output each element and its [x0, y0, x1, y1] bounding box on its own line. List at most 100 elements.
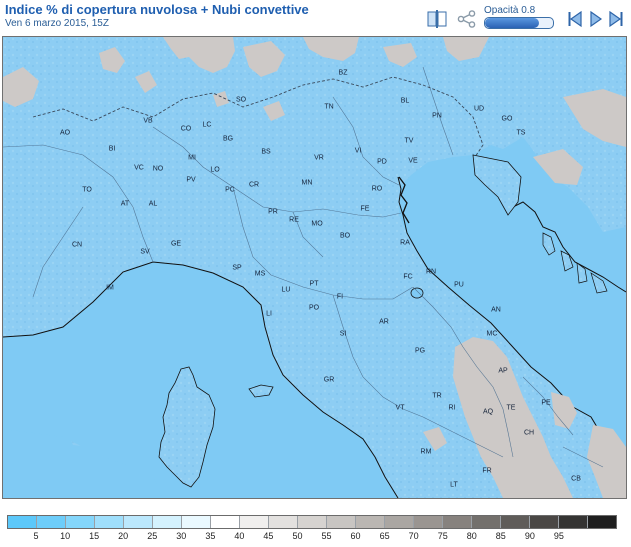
province-label-ge: GE — [170, 240, 182, 248]
legend-swatch — [414, 516, 443, 528]
province-label-vr: VR — [314, 154, 324, 162]
legend-swatch — [385, 516, 414, 528]
opacity-slider-fill — [485, 18, 540, 28]
province-label-tv: TV — [404, 137, 414, 145]
legend-swatch — [269, 516, 298, 528]
province-label-mc: MC — [486, 330, 498, 338]
province-label-mn: MN — [301, 179, 313, 187]
legend-tick-label: 40 — [234, 531, 245, 541]
province-label-pc: PC — [225, 186, 235, 194]
province-label-tn: TN — [324, 103, 334, 111]
province-label-rn: RN — [425, 268, 437, 276]
layers-icon[interactable] — [426, 10, 448, 28]
province-label-at: AT — [120, 200, 130, 208]
legend-tick-label: 30 — [176, 531, 187, 541]
opacity-slider[interactable] — [484, 17, 554, 29]
province-label-ao: AO — [59, 129, 71, 137]
legend-swatch — [443, 516, 472, 528]
province-label-so: SO — [235, 96, 247, 104]
province-label-fr: FR — [482, 467, 492, 475]
province-label-rm: RM — [420, 448, 432, 456]
legend-swatch — [298, 516, 327, 528]
legend-tick-label: 65 — [379, 531, 390, 541]
province-label-bl: BL — [400, 97, 410, 105]
legend-tick-label: 75 — [437, 531, 448, 541]
province-label-ap: AP — [498, 367, 508, 375]
last-frame-icon[interactable] — [608, 10, 624, 28]
province-label-im: IM — [106, 284, 114, 292]
province-label-pn: PN — [432, 112, 442, 120]
province-label-li: LI — [266, 310, 272, 318]
province-label-mo: MO — [311, 220, 323, 228]
province-label-ra: RA — [400, 239, 410, 247]
province-label-fc: FC — [403, 273, 413, 281]
legend-tick-label: 85 — [495, 531, 506, 541]
province-label-ch: CH — [523, 429, 535, 437]
province-label-tr: TR — [432, 392, 442, 400]
province-label-cr: CR — [248, 181, 260, 189]
province-label-vb: VB — [143, 117, 153, 125]
legend-swatch — [66, 516, 95, 528]
province-label-lc: LC — [202, 121, 212, 129]
province-label-go: GO — [501, 115, 513, 123]
legend-tick-label: 45 — [263, 531, 274, 541]
province-label-pu: PU — [454, 281, 464, 289]
legend-tick-label: 90 — [524, 531, 535, 541]
weather-map[interactable]: BZ SO TN BL UD PN GO VB CO LC BG BS VI TV TS AO BI MI VR PD… — [2, 36, 627, 499]
province-label-no: NO — [152, 165, 164, 173]
province-label-vi: VI — [354, 147, 362, 155]
legend-swatch — [327, 516, 356, 528]
province-label-ri: RI — [448, 404, 456, 412]
province-label-bz: BZ — [338, 69, 348, 77]
province-label-sp: SP — [232, 264, 242, 272]
legend-swatch — [153, 516, 182, 528]
province-label-pt: PT — [309, 280, 319, 288]
lake-trasimeno — [410, 287, 424, 299]
province-label-ts: TS — [516, 129, 526, 137]
legend-swatch — [588, 516, 616, 528]
share-icon[interactable] — [456, 10, 478, 28]
province-label-pe: PE — [541, 399, 551, 407]
province-label-lu: LU — [281, 286, 291, 294]
province-label-cn: CN — [71, 241, 83, 249]
province-label-to: TO — [82, 186, 92, 194]
legend-tick-label: 95 — [553, 531, 564, 541]
play-icon[interactable] — [588, 10, 604, 28]
province-label-bo: BO — [339, 232, 351, 240]
first-frame-icon[interactable] — [567, 10, 583, 28]
map-timestamp: Ven 6 marzo 2015, 15Z — [5, 18, 109, 29]
province-label-bs: BS — [261, 148, 271, 156]
province-label-ro: RO — [371, 185, 383, 193]
province-label-an: AN — [491, 306, 501, 314]
province-label-mi: MI — [188, 154, 196, 162]
colorbar-legend — [7, 515, 617, 529]
province-label-vc: VC — [134, 164, 144, 172]
legend-swatch — [95, 516, 124, 528]
province-label-vt: VT — [395, 404, 405, 412]
legend-tick-label: 10 — [60, 531, 71, 541]
legend-swatch — [356, 516, 385, 528]
province-label-gr: GR — [323, 376, 335, 384]
legend-tick-label: 5 — [33, 531, 39, 541]
colorbar-tick-labels: 5 10 15 20 25 30 35 40 45 50 55 60 65 70 75 80 85 90 95 — [7, 531, 617, 543]
legend-tick-label: 20 — [118, 531, 129, 541]
legend-tick-label: 60 — [350, 531, 361, 541]
legend-swatch — [37, 516, 66, 528]
province-label-fe: FE — [360, 205, 370, 213]
legend-swatch — [472, 516, 501, 528]
province-label-pg: PG — [414, 347, 426, 355]
province-label-pr: PR — [268, 208, 278, 216]
legend-tick-label: 50 — [292, 531, 303, 541]
province-label-lt: LT — [450, 481, 458, 489]
province-label-ms: MS — [254, 270, 266, 278]
legend-tick-label: 25 — [147, 531, 158, 541]
province-label-bg: BG — [222, 135, 234, 143]
province-label-ud: UD — [473, 105, 485, 113]
province-label-ar: AR — [379, 318, 389, 326]
province-label-te: TE — [506, 404, 516, 412]
province-label-fi: FI — [336, 293, 344, 301]
province-label-ve: VE — [408, 157, 418, 165]
legend-tick-label: 80 — [466, 531, 477, 541]
province-label-bi: BI — [108, 145, 116, 153]
province-label-sv: SV — [140, 248, 150, 256]
